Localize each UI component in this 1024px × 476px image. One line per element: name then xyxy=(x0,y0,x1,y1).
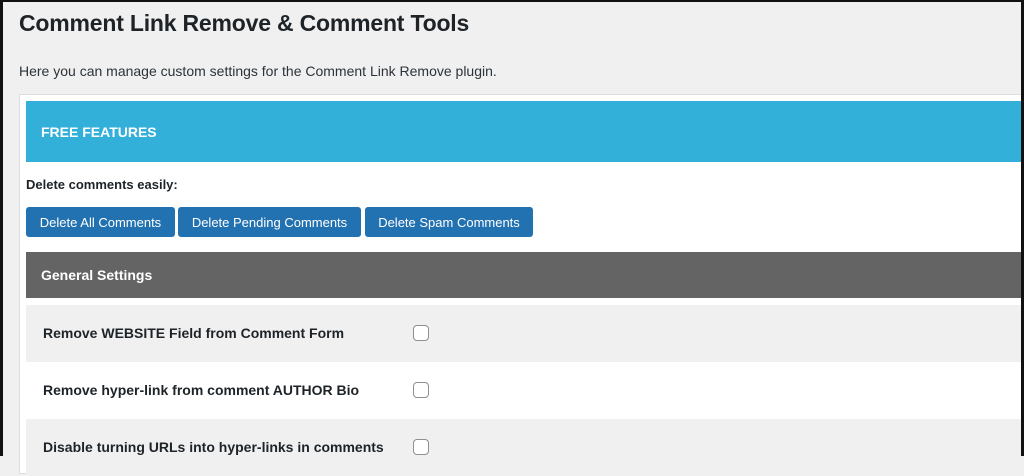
setting-row-disable-url-links: Disable turning URLs into hyper-links in… xyxy=(26,419,1024,476)
disable-url-links-checkbox[interactable] xyxy=(413,439,429,455)
free-features-heading: FREE FEATURES xyxy=(41,124,157,140)
general-settings-heading: General Settings xyxy=(41,267,153,283)
setting-label: Disable turning URLs into hyper-links in… xyxy=(43,439,384,455)
remove-website-field-checkbox[interactable] xyxy=(413,325,429,341)
setting-label: Remove hyper-link from comment AUTHOR Bi… xyxy=(43,382,360,398)
free-features-header: FREE FEATURES xyxy=(26,101,1024,162)
general-settings-header: General Settings xyxy=(26,252,1024,298)
delete-spam-comments-button[interactable]: Delete Spam Comments xyxy=(365,207,533,237)
remove-author-link-checkbox[interactable] xyxy=(413,382,429,398)
page-title: Comment Link Remove & Comment Tools xyxy=(19,10,470,36)
setting-row-remove-website-field: Remove WEBSITE Field from Comment Form xyxy=(26,305,1024,362)
setting-label: Remove WEBSITE Field from Comment Form xyxy=(43,325,345,341)
setting-row-remove-author-link: Remove hyper-link from comment AUTHOR Bi… xyxy=(26,362,1024,419)
page-description: Here you can manage custom settings for … xyxy=(19,63,497,79)
delete-all-comments-button[interactable]: Delete All Comments xyxy=(26,207,175,237)
delete-pending-comments-button[interactable]: Delete Pending Comments xyxy=(178,207,361,237)
delete-comments-label: Delete comments easily: xyxy=(26,177,178,192)
